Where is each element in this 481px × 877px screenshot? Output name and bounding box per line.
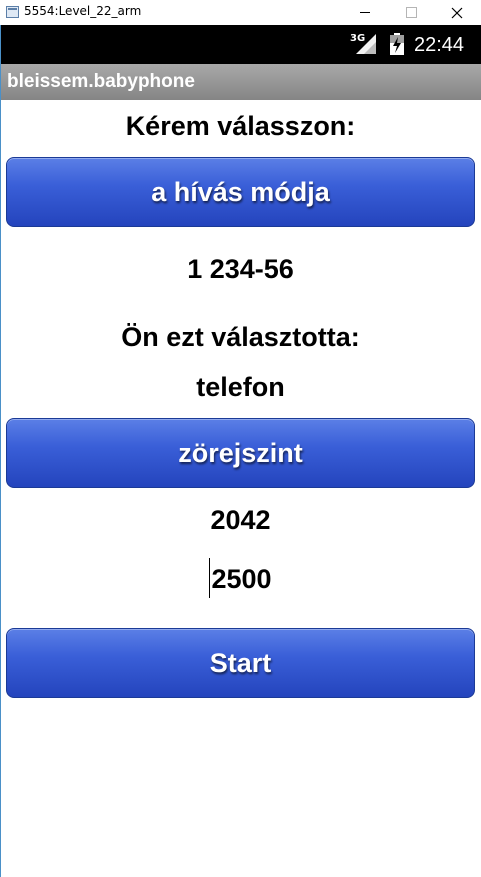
maximize-icon	[405, 7, 417, 18]
status-clock: 22:44	[414, 34, 465, 56]
maximize-button[interactable]	[388, 0, 434, 25]
window-titlebar[interactable]: 5554:Level_22_arm	[0, 0, 481, 26]
close-button[interactable]	[434, 0, 480, 25]
selected-choice-value: telefon	[196, 372, 285, 402]
window-title: 5554:Level_22_arm	[24, 4, 142, 18]
app-title: bleissem.babyphone	[7, 71, 195, 92]
start-button[interactable]: Start	[6, 628, 475, 698]
battery-charging-icon	[390, 33, 404, 55]
android-status-bar: 3G 22:44	[0, 25, 481, 64]
text-cursor	[209, 558, 211, 598]
signal-icon	[356, 34, 376, 54]
current-noise-value: 2042	[210, 505, 271, 535]
app-action-bar: bleissem.babyphone	[1, 64, 481, 100]
minimize-icon	[360, 12, 370, 13]
choose-prompt-label: Kérem válasszon:	[125, 111, 356, 141]
call-mode-button[interactable]: a hívás módja	[6, 157, 475, 227]
close-icon	[451, 7, 463, 18]
emulator-window: 5554:Level_22_arm 3G 22:44 bleissem.baby…	[0, 0, 481, 877]
noise-threshold-input[interactable]: 2500	[0, 558, 481, 601]
emulator-window-icon	[6, 6, 19, 18]
selected-choice-label: Ön ezt választotta:	[121, 322, 360, 352]
noise-level-button[interactable]: zörejszint	[6, 418, 475, 488]
noise-threshold-value: 2500	[211, 564, 272, 595]
window-left-border	[0, 25, 1, 877]
phone-number-text: 1 234-56	[187, 254, 294, 284]
minimize-button[interactable]	[342, 0, 388, 25]
